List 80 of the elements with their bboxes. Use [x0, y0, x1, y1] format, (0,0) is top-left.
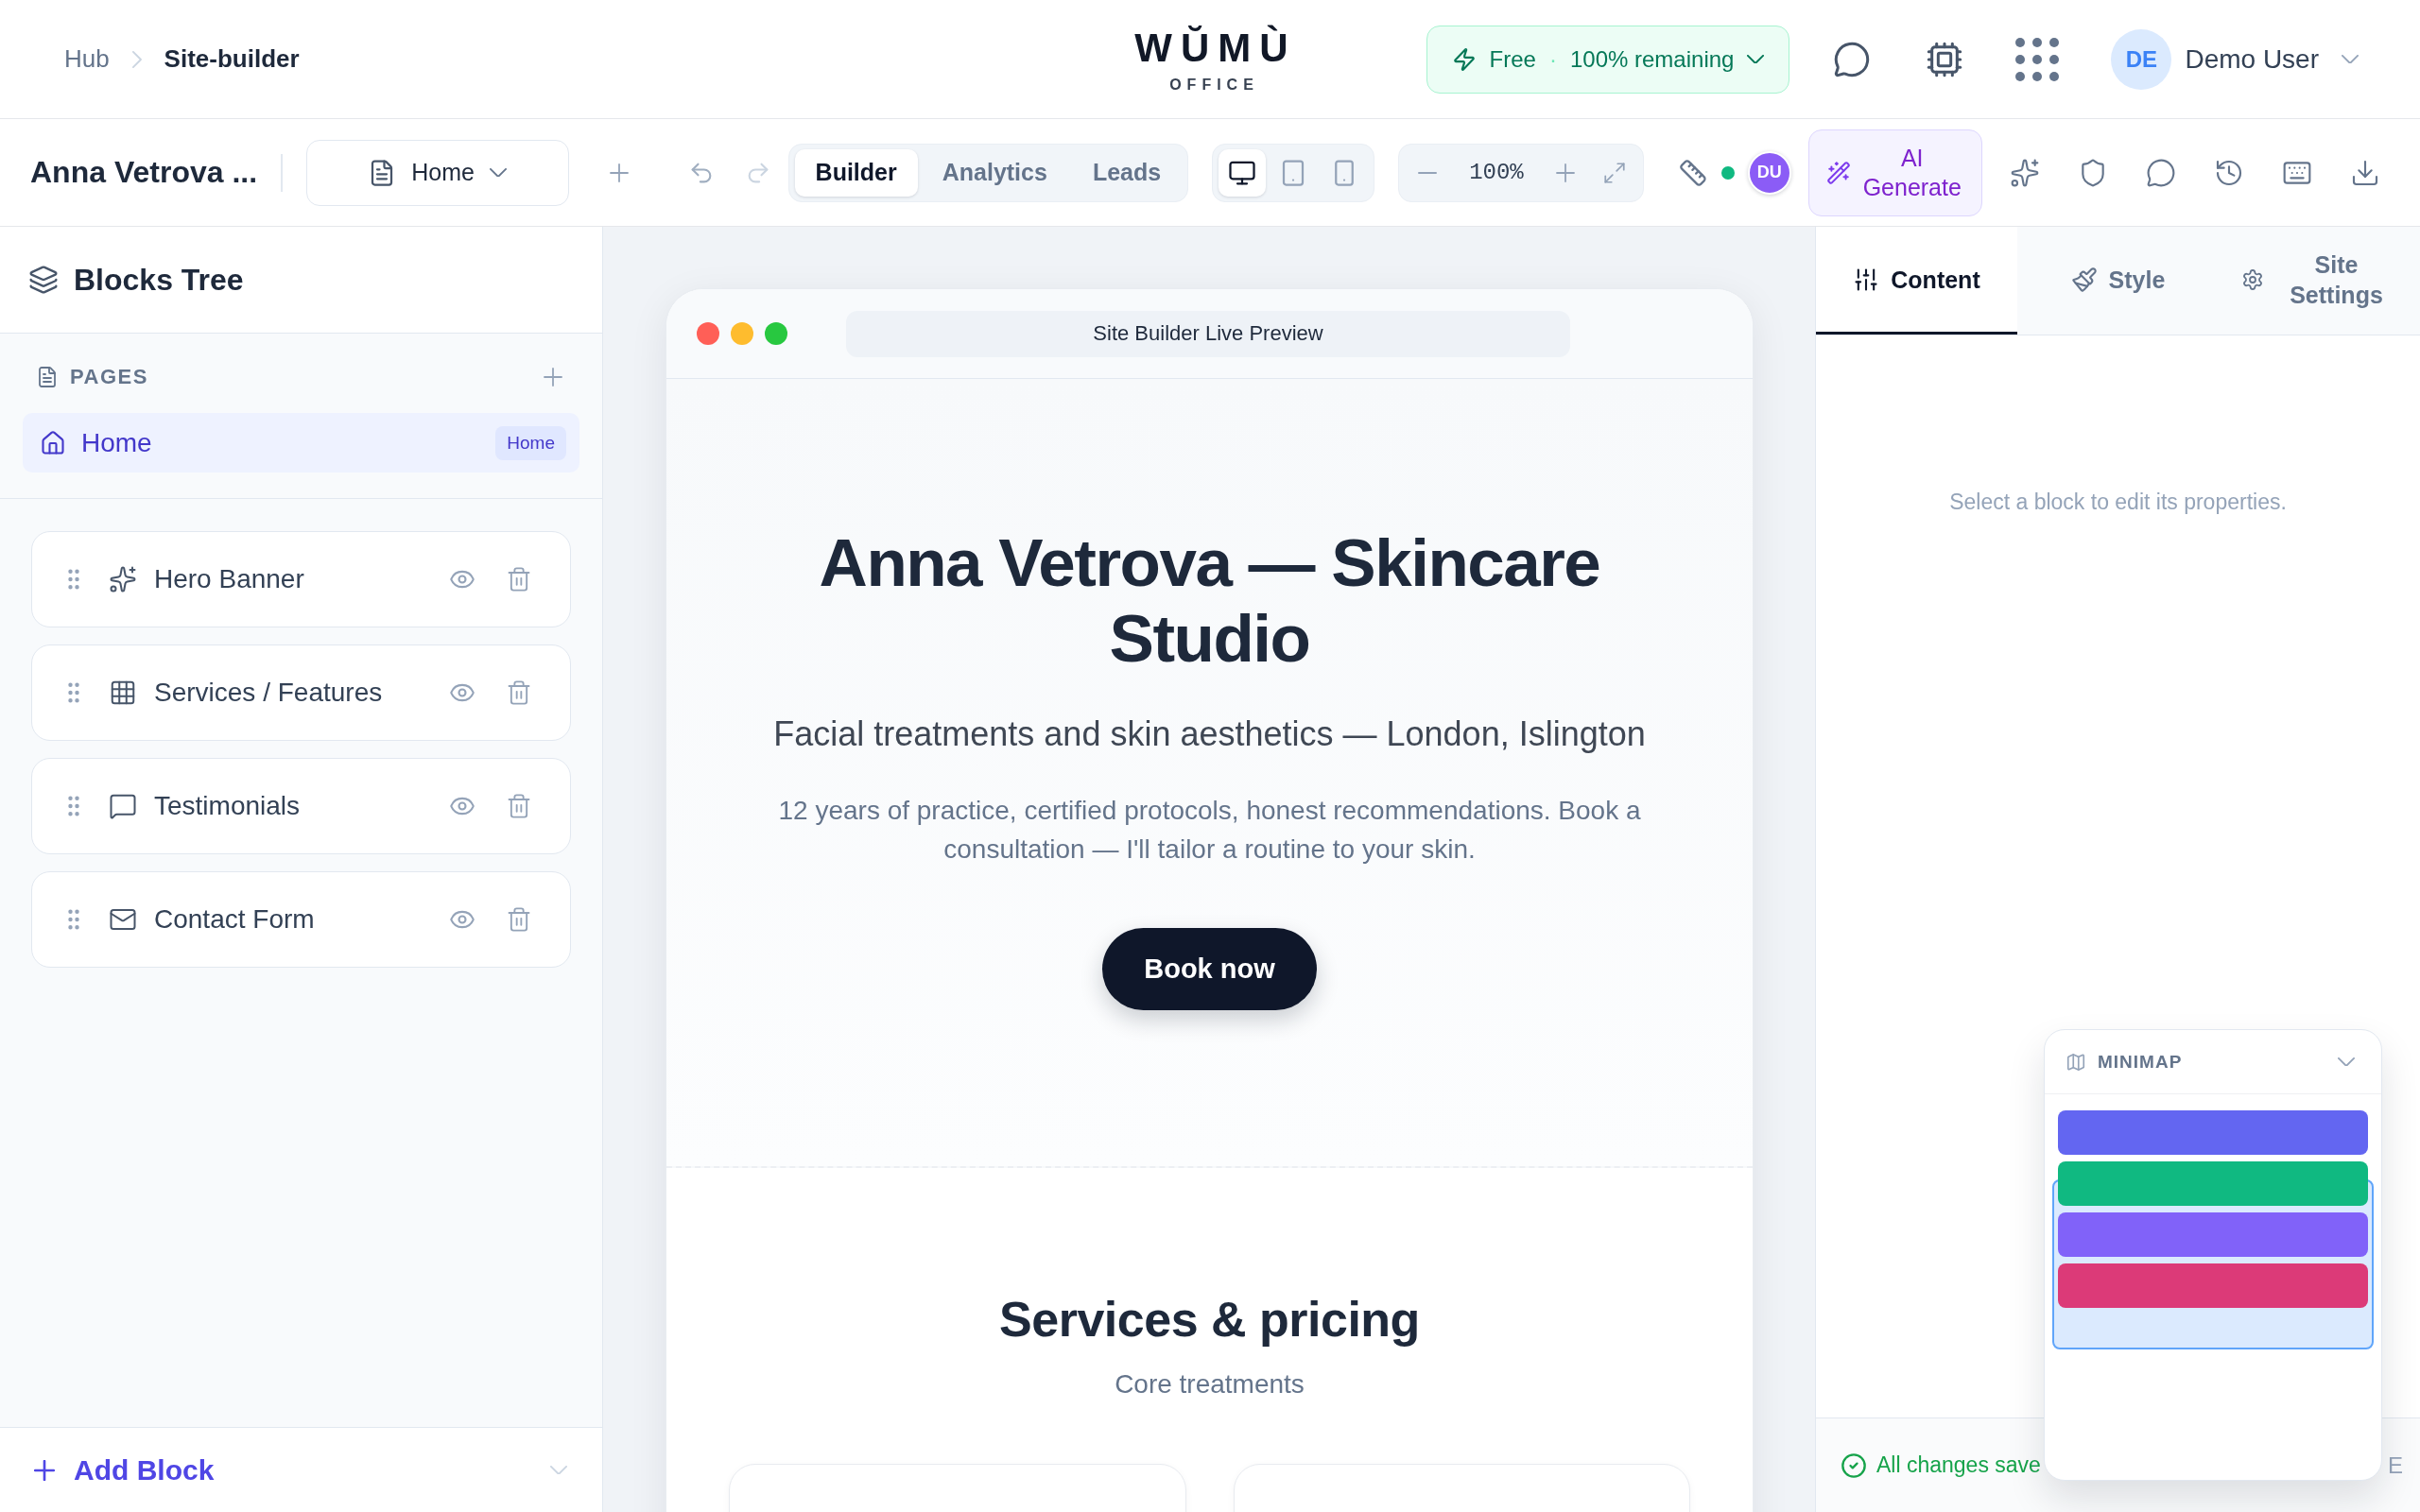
hero-description: 12 years of practice, certified protocols, honest recommendations. Book a consultation — I'll tailor a routine to your skin. — [777, 795, 1642, 866]
chevron-down-icon — [2338, 1057, 2355, 1067]
hero-title: Anna Vetrova — Skincare Studio — [818, 525, 1601, 677]
save-status: All changes save — [1876, 1452, 2041, 1478]
window-control-icon — [765, 322, 787, 345]
document-icon — [36, 366, 59, 388]
home-icon — [40, 429, 66, 456]
page-item[interactable]: Home Home — [23, 413, 579, 472]
trash-icon — [506, 793, 532, 819]
breadcrumb-current[interactable]: Site-builder — [164, 44, 300, 74]
address-bar: Site Builder Live Preview — [846, 310, 1570, 357]
sparkles-icon — [2009, 157, 2040, 188]
device-button[interactable] — [1219, 148, 1267, 197]
minus-icon — [1418, 171, 1438, 174]
chat-bubble-icon — [1833, 40, 1872, 78]
check-circle-icon — [1841, 1452, 1867, 1479]
ruler-icon — [1678, 158, 1707, 187]
mode-tab[interactable]: Builder — [794, 148, 918, 197]
plus-icon — [544, 368, 562, 387]
block-label: Contact Form — [154, 904, 315, 935]
section-label: PAGES — [70, 365, 148, 389]
expand-icon — [1601, 160, 1627, 185]
logo-tagline: OFFICE — [1169, 76, 1259, 94]
book-now-button[interactable]: Book now — [1102, 928, 1317, 1010]
section-title: Services & pricing — [998, 1291, 1421, 1348]
inspector-tab[interactable]: Style — [2017, 227, 2219, 335]
chevron-down-icon — [489, 167, 507, 178]
section-subtitle: Core treatments — [1114, 1368, 1305, 1400]
user-menu-button[interactable]: DE Demo User — [2111, 28, 2359, 90]
block-label: Hero Banner — [154, 564, 304, 594]
block-card[interactable]: Contact Form — [31, 871, 571, 968]
hero-subtitle: Facial treatments and skin aesthetics — London, Islington — [773, 713, 1646, 755]
block-card[interactable]: Services / Features — [31, 644, 571, 741]
chat-bubble-icon — [109, 792, 137, 820]
gear-icon — [2240, 267, 2264, 291]
map-icon — [2066, 1051, 2086, 1073]
paintbrush-icon — [2070, 266, 2098, 293]
block-label: Testimonials — [154, 791, 301, 821]
plan-button[interactable]: Free · 100% remaining — [1426, 25, 1790, 94]
mode-tab[interactable]: Analytics — [921, 148, 1068, 197]
add-block-button[interactable]: Add Block — [34, 1453, 215, 1486]
chat-bubble-icon — [2145, 157, 2176, 188]
status-text: E — [2388, 1452, 2403, 1479]
magic-wand-icon — [1825, 160, 1851, 185]
layers-icon — [28, 265, 59, 295]
plus-icon — [609, 163, 629, 182]
inspector-tab[interactable]: Site Settings — [2219, 227, 2420, 335]
breadcrumb-link[interactable]: Hub — [64, 44, 110, 74]
zoom-level: 100% — [1468, 160, 1525, 185]
window-control-icon — [697, 322, 719, 345]
block-card[interactable]: Hero Banner — [31, 531, 571, 627]
panel-title: Blocks Tree — [74, 262, 244, 298]
block-card[interactable]: Testimonials — [31, 758, 571, 854]
trash-icon — [506, 906, 532, 933]
empty-state-message: Select a block to edit its properties. — [1948, 490, 2288, 515]
sparkles-icon — [109, 565, 137, 593]
logo-wordmark: WŬMÙ — [1134, 25, 1297, 71]
minimap-title: MINIMAP — [2098, 1051, 2183, 1073]
chip-icon — [1926, 40, 1964, 78]
block-label: Services / Features — [154, 678, 383, 708]
chevron-down-icon — [1747, 54, 1765, 64]
grid-icon — [109, 679, 137, 707]
site-name-title: Anna Vetrova ... — [30, 155, 258, 190]
chevron-down-icon — [2342, 54, 2359, 64]
plus-icon — [34, 1459, 55, 1481]
inspector-tab[interactable]: Content — [1816, 227, 2017, 335]
collaborator-avatar: DU — [1747, 150, 1791, 195]
trash-icon — [506, 566, 532, 593]
lightning-icon — [1451, 46, 1477, 72]
user-avatar: DE — [2111, 28, 2172, 90]
page-badge: Home — [495, 425, 566, 460]
plus-icon — [1555, 163, 1575, 182]
window-control-icon — [731, 322, 753, 345]
trash-icon — [506, 679, 532, 706]
page-select[interactable]: Home — [305, 139, 569, 206]
chevron-right-icon — [131, 50, 142, 68]
ai-generate-button[interactable]: AI Generate — [1807, 129, 1982, 216]
mode-tab[interactable]: Leads — [1071, 148, 1183, 197]
dots-grid-icon — [2015, 37, 2060, 81]
chevron-down-icon — [550, 1465, 567, 1475]
